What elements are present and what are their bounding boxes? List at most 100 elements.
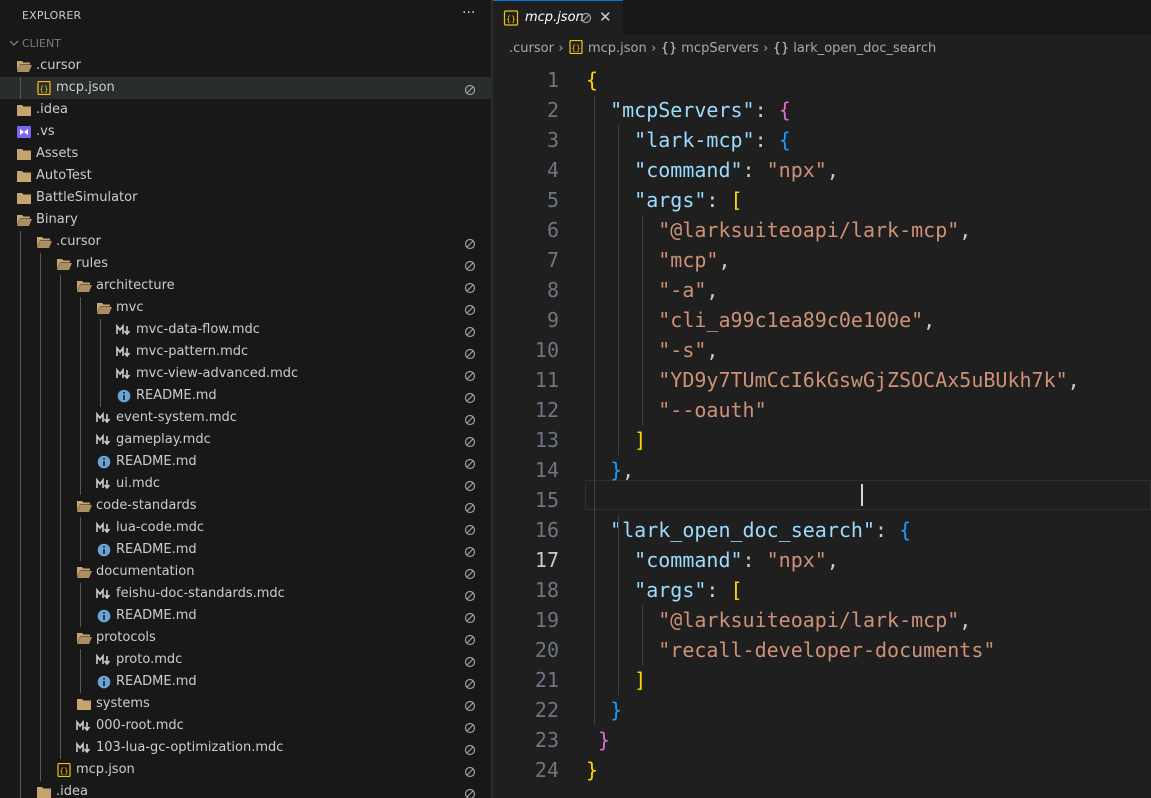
indent-guide <box>20 583 21 605</box>
breadcrumb-item[interactable]: {} mcpServers <box>661 41 759 56</box>
indent-guide <box>20 737 21 759</box>
tree-item[interactable]: architecture <box>0 275 491 297</box>
indent-guide <box>20 627 21 649</box>
indent-guide <box>20 297 21 319</box>
tree-item-label: mvc <box>116 300 144 315</box>
code-line: 21 ] <box>493 665 1151 695</box>
tree-item[interactable]: documentation <box>0 561 491 583</box>
indent-guide <box>100 319 101 341</box>
code-line: 1{ <box>493 65 1151 95</box>
tree-item[interactable]: {} mcp.json <box>0 77 491 99</box>
indent-guide <box>60 451 61 473</box>
code-text: "@larksuiteoapi/lark-mcp", <box>586 215 971 245</box>
tree-item[interactable]: feishu-doc-standards.mdc <box>0 583 491 605</box>
lock-icon <box>464 786 476 798</box>
info-icon <box>116 389 132 403</box>
tree-item[interactable]: .cursor <box>0 55 491 77</box>
tree-item-label: mvc-data-flow.mdc <box>136 322 260 337</box>
tree-item[interactable]: lua-code.mdc <box>0 517 491 539</box>
tree-item[interactable]: README.md <box>0 605 491 627</box>
tree-item-label: AutoTest <box>36 168 92 183</box>
tree-item[interactable]: mvc-pattern.mdc <box>0 341 491 363</box>
folder-open-icon <box>16 213 32 227</box>
line-number: 14 <box>534 458 559 482</box>
indent-guide <box>20 649 21 671</box>
indent-guide <box>642 215 643 425</box>
code-line: 10 "-s", <box>493 335 1151 365</box>
indent-guide <box>20 407 21 429</box>
code-line: 24} <box>493 755 1151 785</box>
markdown-icon <box>96 653 112 667</box>
tree-item[interactable]: {} mcp.json <box>0 759 491 781</box>
indent-guide <box>40 627 41 649</box>
tree-item[interactable]: 000-root.mdc <box>0 715 491 737</box>
tree-item[interactable]: Binary <box>0 209 491 231</box>
tree-item[interactable]: README.md <box>0 385 491 407</box>
breadcrumb-item[interactable]: {} mcp.json <box>568 39 647 56</box>
tree-item[interactable]: protocols <box>0 627 491 649</box>
info-icon <box>96 543 112 557</box>
tree-item[interactable]: mvc <box>0 297 491 319</box>
code-line: 20 "recall-developer-documents" <box>493 635 1151 665</box>
code-token: : <box>706 578 731 602</box>
tree-item[interactable]: mvc-view-advanced.mdc <box>0 363 491 385</box>
tree-item[interactable]: BattleSimulator <box>0 187 491 209</box>
lock-icon <box>580 12 592 24</box>
indent-guide <box>40 737 41 759</box>
tree-item[interactable]: AutoTest <box>0 165 491 187</box>
tree-item[interactable]: 103-lua-gc-optimization.mdc <box>0 737 491 759</box>
tree-item[interactable]: README.md <box>0 671 491 693</box>
code-token: : <box>754 128 779 152</box>
indent-guide <box>40 473 41 495</box>
tree-item[interactable]: rules <box>0 253 491 275</box>
tree-item[interactable]: Assets <box>0 143 491 165</box>
tree-item[interactable]: .vs <box>0 121 491 143</box>
tree-item[interactable]: event-system.mdc <box>0 407 491 429</box>
close-icon[interactable]: ✕ <box>599 8 612 26</box>
indent-guide <box>20 759 21 781</box>
lock-icon <box>464 324 476 338</box>
tree-item[interactable]: mvc-data-flow.mdc <box>0 319 491 341</box>
line-number: 3 <box>546 128 559 152</box>
folder-open-icon <box>76 565 92 579</box>
code-text: "mcpServers": { <box>586 95 791 125</box>
indent-guide <box>40 715 41 737</box>
info-icon <box>96 675 112 689</box>
tree-item[interactable]: .idea <box>0 99 491 121</box>
code-line: 12 "--oauth" <box>493 395 1151 425</box>
indent-guide <box>100 363 101 385</box>
line-number: 18 <box>534 578 559 602</box>
tree-item[interactable]: gameplay.mdc <box>0 429 491 451</box>
code-text: "YD9y7TUmCcI6kGswGjZSOCAx5uBUkh7k", <box>586 365 1079 395</box>
ellipsis-icon[interactable]: ··· <box>462 5 475 21</box>
indent-guide <box>60 693 61 715</box>
breadcrumb-item[interactable]: {} lark_open_doc_search <box>773 41 936 56</box>
tree-item[interactable]: code-standards <box>0 495 491 517</box>
tree-item[interactable]: proto.mdc <box>0 649 491 671</box>
section-title: CLIENT <box>22 37 61 50</box>
tree-item-label: .idea <box>56 784 88 798</box>
tree-item[interactable]: ui.mdc <box>0 473 491 495</box>
indent-guide <box>60 385 61 407</box>
breadcrumb-item[interactable]: .cursor <box>509 41 554 56</box>
chevron-down-icon <box>9 40 19 46</box>
tree-item[interactable]: README.md <box>0 451 491 473</box>
code-line: 19 "@larksuiteoapi/lark-mcp", <box>493 605 1151 635</box>
tree-item[interactable]: .idea <box>0 781 491 798</box>
section-header-client[interactable]: CLIENT <box>0 33 491 55</box>
lock-icon <box>464 390 476 404</box>
svg-text:{}: {} <box>506 15 516 24</box>
tab-mcp-json[interactable]: {} mcp.json ✕ <box>493 0 623 35</box>
tree-item[interactable]: systems <box>0 693 491 715</box>
code-editor[interactable]: 1{2 "mcpServers": {3 "lark-mcp": {4 "com… <box>493 65 1151 785</box>
code-text: "-s", <box>586 335 718 365</box>
tree-item[interactable]: .cursor <box>0 231 491 253</box>
indent-guide <box>20 561 21 583</box>
indent-guide <box>20 319 21 341</box>
tree-item[interactable]: README.md <box>0 539 491 561</box>
breadcrumb: .cursor ›{} mcp.json ›{} mcpServers ›{} lark_o… <box>509 39 936 58</box>
